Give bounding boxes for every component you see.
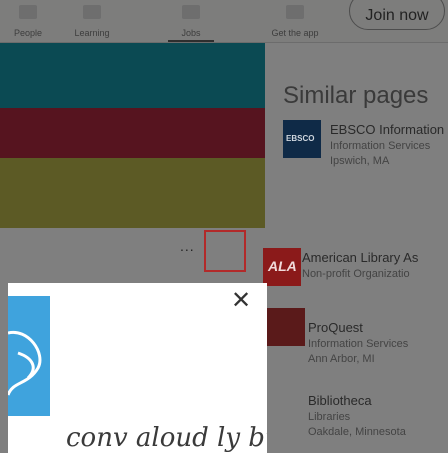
company-location: Ann Arbor, MI: [308, 353, 375, 365]
nav-label: Jobs: [181, 28, 201, 38]
company-industry: Information Services: [308, 338, 409, 350]
company-industry: Information Services: [330, 140, 431, 152]
promo-band-olive: [0, 158, 265, 228]
proquest-logo[interactable]: [267, 308, 305, 346]
wave-icon: [8, 330, 42, 396]
nav-label: People: [13, 28, 43, 38]
nav-get-app[interactable]: Get the app: [258, 0, 332, 42]
nav-label: Get the app: [271, 28, 319, 38]
learning-icon: [83, 5, 101, 19]
top-navigation: People Learning Jobs Get the app Join no…: [0, 0, 448, 42]
ebsco-logo[interactable]: EBSCO: [283, 120, 321, 158]
promo-band-teal: [0, 43, 265, 108]
company-name[interactable]: American Library As: [302, 250, 418, 265]
focus-highlight-box[interactable]: [204, 230, 246, 272]
more-dots[interactable]: ...: [180, 238, 195, 254]
modal-panel: ✕ conv aloud ly bury: [8, 283, 267, 453]
app-icon: [286, 5, 304, 19]
people-icon: [19, 5, 37, 19]
close-icon[interactable]: ✕: [231, 289, 251, 313]
jobs-icon: [182, 5, 200, 19]
company-name[interactable]: ProQuest: [308, 320, 363, 335]
promo-band-crimson: [0, 108, 265, 158]
logo-text: EBSCO: [286, 134, 315, 143]
company-name[interactable]: EBSCO Information: [330, 122, 444, 137]
logo-text: ALA: [268, 258, 297, 274]
company-location: Oakdale, Minnesota: [308, 426, 406, 438]
company-location: Ipswich, MA: [330, 155, 390, 167]
nav-people[interactable]: People: [0, 0, 56, 42]
nav-learning[interactable]: Learning: [56, 0, 128, 42]
company-name[interactable]: Bibliotheca: [308, 393, 372, 408]
similar-pages-title: Similar pages: [283, 82, 429, 109]
company-industry: Libraries: [308, 411, 351, 423]
nav-jobs[interactable]: Jobs: [168, 0, 214, 42]
panel-caption: conv aloud ly bury: [66, 423, 267, 453]
nav-label: Learning: [74, 28, 110, 38]
join-now-button[interactable]: Join now: [349, 0, 445, 30]
ala-logo[interactable]: ALA: [263, 248, 301, 286]
company-industry: Non-profit Organizatio: [302, 268, 410, 280]
